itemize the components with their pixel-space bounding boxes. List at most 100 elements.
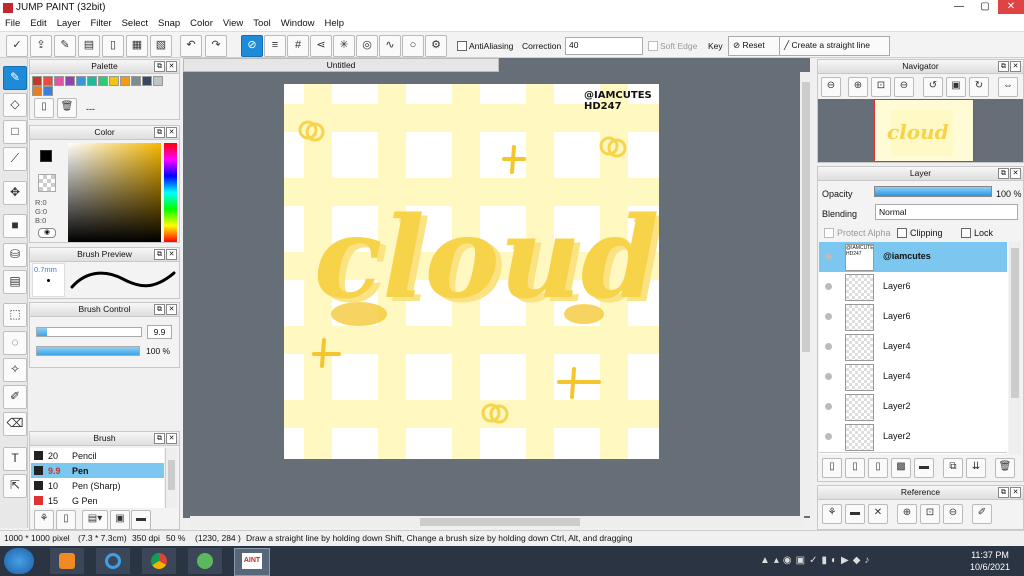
- page-icon[interactable]: ▯: [102, 35, 124, 57]
- brush-menu-icon[interactable]: ▤▾: [82, 510, 108, 530]
- layer-row[interactable]: Layer4: [819, 332, 1007, 363]
- new-layer-1bit-icon[interactable]: ▯: [868, 458, 888, 478]
- brush-opacity-slider[interactable]: [36, 346, 140, 356]
- reset-button[interactable]: ⊘ Reset: [728, 36, 785, 56]
- snap-off-icon[interactable]: ⊘: [241, 35, 263, 57]
- duplicate-layer-icon[interactable]: ⧉: [943, 458, 963, 478]
- select-rect-tool-icon[interactable]: ⬚: [3, 303, 27, 327]
- reference-open-icon[interactable]: ▬: [845, 504, 865, 524]
- protect-alpha-checkbox[interactable]: [824, 228, 834, 238]
- grid-snap-icon[interactable]: #: [287, 35, 309, 57]
- panel-close-icon[interactable]: ✕: [166, 249, 177, 260]
- rotate-right-icon[interactable]: ↻: [969, 77, 989, 97]
- layer-menu-icon[interactable]: ▤: [78, 35, 100, 57]
- menu-tool[interactable]: Tool: [248, 16, 275, 32]
- undock-icon[interactable]: ⧉: [154, 127, 165, 138]
- reference-zoom-out-icon[interactable]: ⊖: [943, 504, 963, 524]
- visibility-icon[interactable]: [825, 373, 832, 380]
- move-tool-icon[interactable]: ✥: [3, 181, 27, 205]
- undock-icon[interactable]: ⧉: [154, 249, 165, 260]
- brush-item[interactable]: 15 G Pen: [31, 493, 164, 508]
- new-layer-8bit-icon[interactable]: ▯: [845, 458, 865, 478]
- visibility-icon[interactable]: [825, 283, 832, 290]
- zoom-in-icon[interactable]: ⊕: [848, 77, 868, 97]
- visibility-icon[interactable]: [825, 433, 832, 440]
- redo-icon[interactable]: ↷: [205, 35, 227, 57]
- maximize-button[interactable]: ▢: [972, 0, 998, 14]
- panel-close-icon[interactable]: ✕: [1010, 168, 1021, 179]
- share-icon[interactable]: ⇪: [30, 35, 52, 57]
- app-green-icon[interactable]: [188, 548, 222, 574]
- select-eraser-tool-icon[interactable]: ⌫: [3, 412, 27, 436]
- undock-icon[interactable]: ⧉: [998, 487, 1009, 498]
- comment-icon[interactable]: ✎: [54, 35, 76, 57]
- layer-row[interactable]: Layer6: [819, 302, 1007, 333]
- delete-layer-icon[interactable]: 🗑: [995, 458, 1015, 478]
- eyedropper-icon[interactable]: ◉: [38, 228, 56, 238]
- straight-line-button[interactable]: ╱ Create a straight line: [779, 36, 890, 56]
- lasso-tool-icon[interactable]: ◌: [3, 331, 27, 355]
- brush-size-slider[interactable]: [36, 327, 142, 337]
- menu-color[interactable]: Color: [185, 16, 218, 32]
- undock-icon[interactable]: ⧉: [154, 61, 165, 72]
- reference-zoom-in-icon[interactable]: ⊕: [897, 504, 917, 524]
- correction-select[interactable]: 40: [565, 37, 643, 55]
- menu-file[interactable]: File: [0, 16, 25, 32]
- export-icon[interactable]: ▦: [126, 35, 148, 57]
- lock-checkbox[interactable]: [961, 228, 971, 238]
- zoom-minus-icon[interactable]: ⊖: [894, 77, 914, 97]
- menu-filter[interactable]: Filter: [85, 16, 116, 32]
- layer-opacity-slider[interactable]: [874, 186, 992, 197]
- panel-close-icon[interactable]: ✕: [166, 127, 177, 138]
- magic-wand-tool-icon[interactable]: ✧: [3, 358, 27, 382]
- ellipse-snap-icon[interactable]: ○: [402, 35, 424, 57]
- layer-row[interactable]: Layer2: [819, 392, 1007, 423]
- undock-icon[interactable]: ⧉: [154, 304, 165, 315]
- merge-down-icon[interactable]: ⇊: [966, 458, 986, 478]
- color-swatch[interactable]: [54, 76, 64, 86]
- visibility-icon[interactable]: [825, 313, 832, 320]
- ie-browser-icon[interactable]: [96, 548, 130, 574]
- saturation-value-picker[interactable]: [68, 143, 161, 242]
- layer-row[interactable]: Layer6: [819, 272, 1007, 303]
- brush-settings-icon[interactable]: ▣: [110, 510, 130, 530]
- start-button-icon[interactable]: [4, 548, 34, 574]
- text-tool-icon[interactable]: T: [3, 447, 27, 471]
- panel-close-icon[interactable]: ✕: [1010, 487, 1021, 498]
- fill-rect-tool-icon[interactable]: ■: [3, 214, 27, 238]
- color-swatch[interactable]: [109, 76, 119, 86]
- color-swatch[interactable]: [43, 76, 53, 86]
- reference-fit-icon[interactable]: ⊡: [920, 504, 940, 524]
- layer-row[interactable]: Layer4: [819, 362, 1007, 393]
- layer-row[interactable]: Layer2: [819, 422, 1007, 453]
- visibility-icon[interactable]: [825, 253, 832, 260]
- actual-size-icon[interactable]: ▣: [946, 77, 966, 97]
- shape-tool-icon[interactable]: □: [3, 120, 27, 144]
- color-swatch[interactable]: [153, 76, 163, 86]
- undock-icon[interactable]: ⧉: [154, 433, 165, 444]
- operation-tool-icon[interactable]: ⇱: [3, 474, 27, 498]
- document-tab[interactable]: Untitled: [183, 58, 499, 72]
- hue-slider[interactable]: [164, 143, 177, 242]
- color-swatch[interactable]: [32, 86, 42, 96]
- brush-folder-icon[interactable]: ▬: [131, 510, 151, 530]
- color-swatch[interactable]: [98, 76, 108, 86]
- eraser-tool-icon[interactable]: ◇: [3, 93, 27, 117]
- panels-icon[interactable]: ▧: [150, 35, 172, 57]
- zoom-out-icon[interactable]: ⊖: [821, 77, 841, 97]
- brush-size-field[interactable]: 9.9: [147, 325, 172, 339]
- brush-item[interactable]: 20 Pencil: [31, 448, 164, 463]
- undo-icon[interactable]: ↶: [180, 35, 202, 57]
- menu-snap[interactable]: Snap: [153, 16, 185, 32]
- brush-item[interactable]: 10 Pen (Sharp): [31, 478, 164, 493]
- chrome-icon[interactable]: [142, 548, 176, 574]
- menu-layer[interactable]: Layer: [52, 16, 86, 32]
- clipping-checkbox[interactable]: [897, 228, 907, 238]
- settings-snap-icon[interactable]: ⚙: [425, 35, 447, 57]
- primary-color[interactable]: [40, 150, 52, 162]
- gradient-tool-icon[interactable]: ▤: [3, 270, 27, 294]
- brush-list-scrollbar[interactable]: [165, 448, 177, 508]
- fit-window-icon[interactable]: ⊡: [871, 77, 891, 97]
- undock-icon[interactable]: ⧉: [998, 168, 1009, 179]
- add-brush-icon[interactable]: ⚘: [34, 510, 54, 530]
